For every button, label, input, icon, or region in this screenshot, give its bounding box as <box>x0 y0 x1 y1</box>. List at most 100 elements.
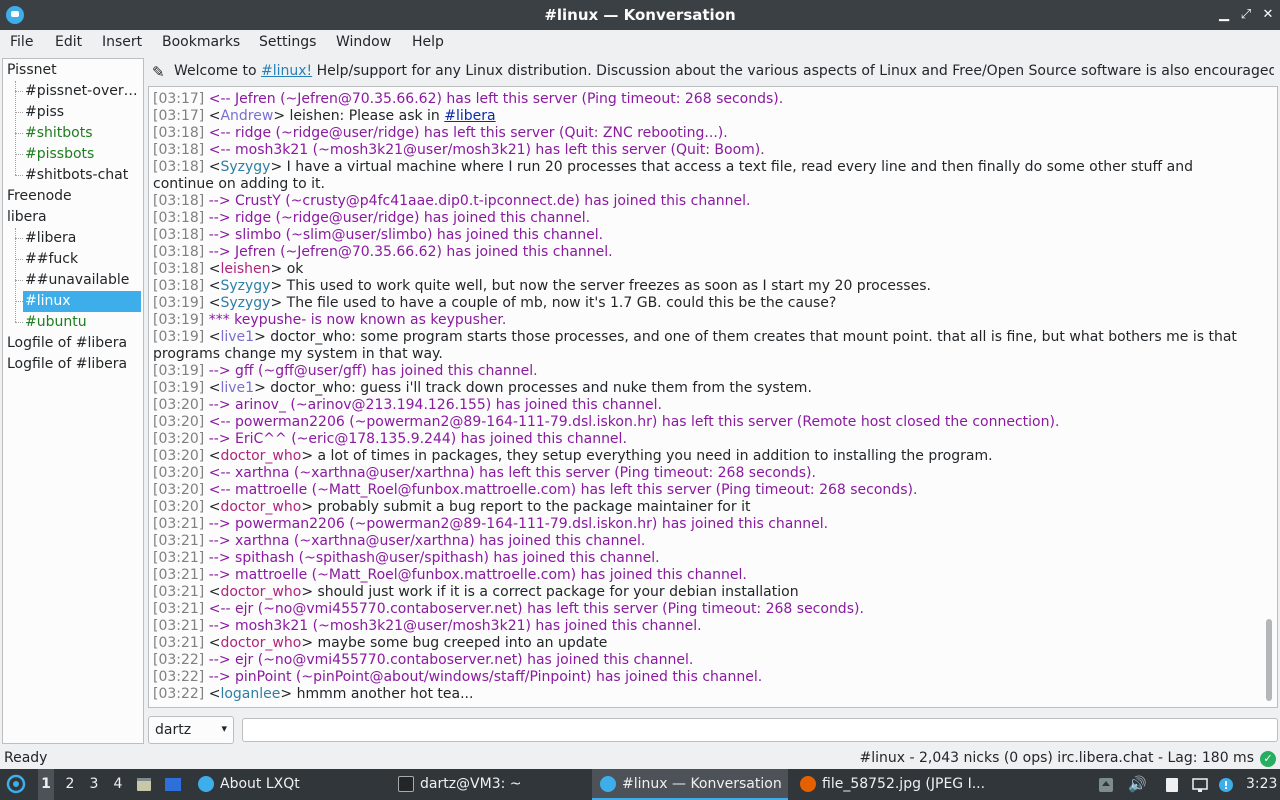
chat-scrollbar[interactable] <box>1263 89 1275 705</box>
system-message: <-- mattroelle (~Matt_Roel@funbox.mattro… <box>208 482 918 498</box>
message-text: should just work if it is a correct pack… <box>317 584 799 600</box>
taskbar-task[interactable]: #linux — Konversation <box>592 769 788 800</box>
channel-link[interactable]: #libera <box>444 108 495 124</box>
message-text: The file used to have a couple of mb, no… <box>286 295 837 311</box>
clock[interactable]: 3:23 <box>1246 769 1277 800</box>
timestamp: [03:18] <box>153 227 205 243</box>
nick[interactable]: Syzygy <box>220 295 270 311</box>
tree-channel-item[interactable]: #ubuntu <box>23 312 141 333</box>
chat-line: [03:18] <leishen> ok <box>153 261 304 277</box>
timestamp: [03:22] <box>153 686 205 702</box>
tree-channel-item[interactable]: #linux <box>23 291 141 312</box>
tree-server-item[interactable]: Freenode <box>5 186 141 207</box>
tree-channel-item[interactable]: #libera <box>23 228 141 249</box>
message-text: a lot of times in packages, they setup e… <box>317 448 993 464</box>
nick[interactable]: loganlee <box>220 686 280 702</box>
chat-line: [03:21] <doctor_who> should just work if… <box>153 584 799 600</box>
message-text: probably submit a bug report to the pack… <box>317 499 751 515</box>
edit-topic-icon[interactable]: ✎ <box>152 63 165 81</box>
chat-line: [03:22] --> pinPoint (~pinPoint@about/wi… <box>153 669 1253 686</box>
scrollbar-thumb[interactable] <box>1266 619 1272 701</box>
system-message: --> ridge (~ridge@user/ridge) has joined… <box>208 210 591 226</box>
nick[interactable]: Syzygy <box>220 278 270 294</box>
tree-channel-item[interactable]: #pissbots <box>23 144 141 165</box>
taskbar-task[interactable]: About LXQt <box>190 769 380 800</box>
nick[interactable]: live1 <box>220 380 254 396</box>
nick[interactable]: doctor_who <box>220 584 301 600</box>
maximize-icon[interactable]: ⤢ <box>1236 5 1256 25</box>
file-manager-icon[interactable] <box>164 769 182 800</box>
tree-channel-item[interactable]: ##fuck <box>23 249 141 270</box>
menu-bar: File Edit Insert Bookmarks Settings Window Hel… <box>0 30 1280 56</box>
menu-file[interactable]: File <box>10 34 33 50</box>
app-menu-icon[interactable] <box>6 769 26 800</box>
nickname-combo[interactable]: dartz ▾ <box>148 716 234 744</box>
chat-line: [03:20] --> arinov_ (~arinov@213.194.126… <box>153 397 1253 414</box>
nick[interactable]: doctor_who <box>220 635 301 651</box>
topic-channel-link[interactable]: #linux! <box>261 63 312 79</box>
chat-line: [03:20] <-- powerman2206 (~powerman2@89-… <box>153 414 1253 431</box>
tree-channel-item[interactable]: #piss <box>23 102 141 123</box>
tree-connector <box>15 228 16 322</box>
menu-window[interactable]: Window <box>336 34 391 50</box>
system-message: --> powerman2206 (~powerman2@89-164-111-… <box>208 516 829 532</box>
system-message: <-- mosh3k21 (~mosh3k21@user/mosh3k21) h… <box>208 142 765 158</box>
volume-icon[interactable]: 🔊 <box>1128 775 1147 793</box>
network-icon[interactable] <box>1192 777 1208 793</box>
tree-server-item[interactable]: Logfile of #libera <box>5 333 141 354</box>
nick[interactable]: doctor_who <box>220 499 301 515</box>
menu-insert[interactable]: Insert <box>102 34 142 50</box>
timestamp: [03:19] <box>153 329 205 345</box>
tree-server-item[interactable]: libera <box>5 207 141 228</box>
tree-connector <box>15 175 23 176</box>
chat-line: [03:18] --> ridge (~ridge@user/ridge) ha… <box>153 210 1253 227</box>
tree-connector <box>15 280 23 281</box>
desktop-switch-button[interactable]: 4 <box>110 769 126 800</box>
chat-line: [03:22] <loganlee> hmmm another hot tea.… <box>153 686 474 702</box>
channel-status: #linux - 2,043 nicks (0 ops) irc.libera.… <box>859 750 1255 766</box>
system-message: --> xarthna (~xarthna@user/xarthna) has … <box>208 533 646 549</box>
clipboard-icon[interactable] <box>1164 777 1180 793</box>
tree-channel-item[interactable]: #shitbots <box>23 123 141 144</box>
chat-line: [03:21] --> mosh3k21 (~mosh3k21@user/mos… <box>153 618 1253 635</box>
tree-server-item[interactable]: Pissnet <box>5 60 141 81</box>
timestamp: [03:18] <box>153 210 205 226</box>
chat-line: [03:20] --> EriC^^ (~eric@178.135.9.244)… <box>153 431 1253 448</box>
message-text: This used to work quite well, but now th… <box>286 278 931 294</box>
nick[interactable]: doctor_who <box>220 448 301 464</box>
menu-edit[interactable]: Edit <box>55 34 82 50</box>
taskbar-task-label: dartz@VM3: ~ <box>420 776 522 792</box>
notification-icon[interactable] <box>1218 777 1234 793</box>
menu-settings[interactable]: Settings <box>259 34 316 50</box>
close-icon[interactable]: ✕ <box>1258 5 1278 25</box>
tree-channel-item[interactable]: ##unavailable <box>23 270 141 291</box>
tree-channel-item[interactable]: #pissnet-over… <box>23 81 141 102</box>
timestamp: [03:20] <box>153 499 205 515</box>
show-desktop-icon[interactable] <box>136 769 152 800</box>
message-text: hmmm another hot tea... <box>296 686 474 702</box>
minimize-icon[interactable]: ▁ <box>1214 5 1234 25</box>
chat-line: [03:21] --> powerman2206 (~powerman2@89-… <box>153 516 1253 533</box>
nick[interactable]: live1 <box>220 329 254 345</box>
menu-bookmarks[interactable]: Bookmarks <box>162 34 240 50</box>
desktop-switch-button[interactable]: 2 <box>62 769 78 800</box>
nick[interactable]: Syzygy <box>220 159 270 175</box>
taskbar-task[interactable]: dartz@VM3: ~ <box>390 769 590 800</box>
timestamp: [03:21] <box>153 533 205 549</box>
timestamp: [03:18] <box>153 261 205 277</box>
chat-line: [03:19] <Syzygy> The file used to have a… <box>153 295 837 311</box>
lxqt-icon <box>198 776 214 792</box>
timestamp: [03:19] <box>153 380 205 396</box>
desktop-switch-button[interactable]: 3 <box>86 769 102 800</box>
desktop-switch-button[interactable]: 1 <box>38 769 54 800</box>
eject-icon[interactable] <box>1098 777 1114 793</box>
taskbar-task[interactable]: file_58752.jpg (JPEG I... <box>792 769 992 800</box>
menu-help[interactable]: Help <box>412 34 444 50</box>
nick[interactable]: leishen <box>220 261 270 277</box>
system-message: --> spithash (~spithash@user/spithash) h… <box>208 550 660 566</box>
message-input[interactable] <box>242 718 1278 742</box>
tree-server-item[interactable]: Logfile of #libera <box>5 354 141 375</box>
tree-channel-item[interactable]: #shitbots-chat <box>23 165 141 186</box>
channel-tree: Pissnet #pissnet-over… #piss #shitbots #piss… <box>2 58 144 744</box>
nick[interactable]: Andrew <box>220 108 273 124</box>
